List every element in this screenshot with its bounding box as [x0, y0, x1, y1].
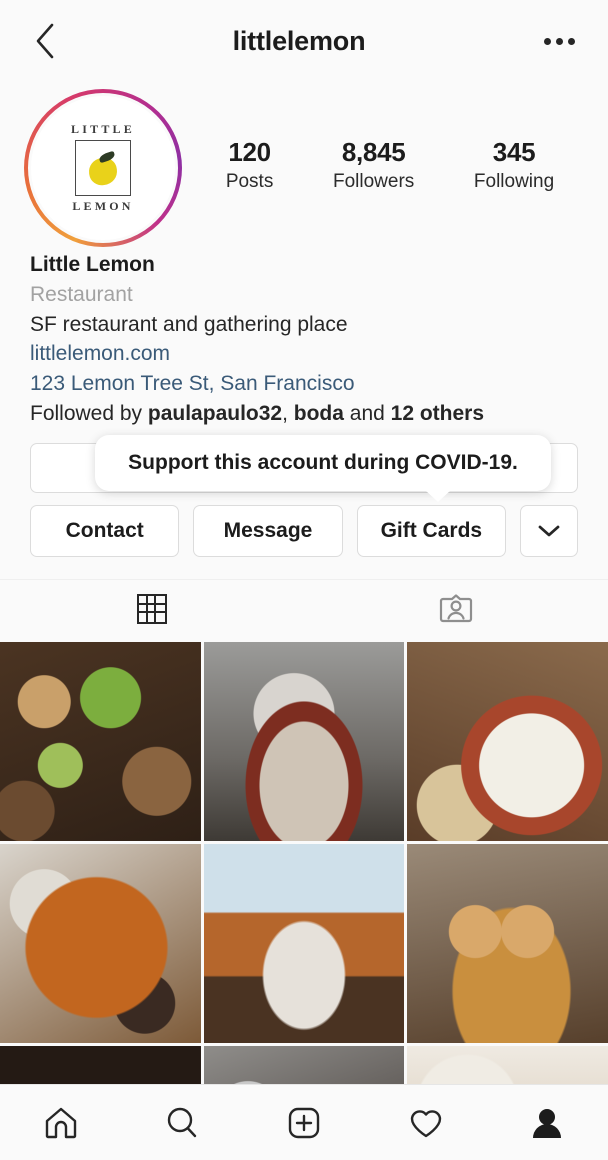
post-thumbnail[interactable] — [0, 641, 201, 841]
followed-by-middle: and — [343, 402, 391, 426]
profile-address-link[interactable]: 123 Lemon Tree St, San Francisco — [30, 369, 578, 399]
contact-button[interactable]: Contact — [30, 504, 180, 557]
stat-followers[interactable]: 8,845 Followers — [333, 137, 414, 193]
bottom-navigation — [0, 1084, 608, 1160]
profile-description: SF restaurant and gathering place — [30, 312, 348, 336]
post-thumbnail[interactable] — [0, 843, 201, 1043]
following-label: Following — [473, 171, 555, 192]
stats-row: 120 Posts 8,845 Followers 345 Following — [182, 137, 584, 199]
page-title: littlelemon — [232, 25, 366, 56]
nav-profile[interactable] — [512, 1095, 582, 1151]
followed-by-text: Followed by paulapaulo32, boda and 12 ot… — [30, 399, 578, 429]
posts-label: Posts — [225, 171, 274, 192]
instagram-profile-screen: littlelemon LITTLE LEMON 120 Posts 8,845… — [0, 0, 608, 1160]
nav-home[interactable] — [26, 1095, 96, 1151]
profile-display-name: Little Lemon — [30, 253, 155, 276]
add-post-icon — [288, 1107, 320, 1138]
post-thumbnail[interactable] — [203, 843, 405, 1043]
grid-icon — [137, 593, 167, 624]
post-thumbnail[interactable] — [407, 843, 608, 1043]
app-header: littlelemon — [0, 0, 608, 82]
post-thumbnail[interactable] — [407, 641, 608, 841]
photo-grid — [0, 641, 608, 1107]
heart-icon — [410, 1109, 441, 1137]
avatar: LITTLE LEMON — [28, 93, 178, 243]
nav-activity[interactable] — [391, 1095, 461, 1151]
stat-posts[interactable]: 120 Posts — [226, 137, 274, 193]
post-thumbnail[interactable] — [203, 641, 405, 841]
profile-tabs — [0, 578, 608, 638]
followed-by-prefix: Followed by — [30, 402, 148, 426]
followers-label: Followers — [332, 171, 415, 192]
nav-search[interactable] — [147, 1095, 217, 1151]
more-options-icon[interactable] — [536, 18, 582, 64]
tab-grid[interactable] — [0, 580, 304, 638]
logo-text-bottom: LEMON — [72, 199, 134, 213]
posts-count: 120 — [228, 137, 271, 167]
profile-summary: LITTLE LEMON 120 Posts 8,845 Followers 3… — [0, 82, 608, 254]
action-area: Contact Message Gift Cards Support this … — [0, 434, 608, 557]
little-lemon-logo: LITTLE LEMON — [71, 122, 135, 214]
following-count: 345 — [492, 137, 536, 167]
lemon-icon — [87, 150, 119, 187]
action-buttons-row: Contact Message Gift Cards — [30, 504, 578, 557]
profile-category: Restaurant — [30, 282, 133, 306]
stat-following[interactable]: 345 Following — [474, 137, 554, 193]
tagged-person-icon — [439, 594, 473, 622]
covid-support-tooltip[interactable]: Support this account during COVID-19. — [95, 434, 551, 502]
avatar-story-ring[interactable]: LITTLE LEMON — [24, 89, 182, 247]
tab-tagged[interactable] — [304, 580, 608, 638]
logo-frame — [74, 140, 131, 196]
followed-by-user-1[interactable]: paulapaulo32 — [148, 402, 282, 425]
followers-count: 8,845 — [341, 137, 406, 167]
home-icon — [45, 1107, 76, 1138]
chevron-down-icon[interactable] — [519, 504, 578, 557]
nav-create[interactable] — [269, 1095, 339, 1151]
profile-bio: Little Lemon Restaurant SF restaurant an… — [0, 250, 608, 429]
followed-by-others[interactable]: 12 others — [391, 402, 484, 425]
profile-website-link[interactable]: littlelemon.com — [30, 339, 578, 369]
followed-by-separator: , — [282, 402, 294, 426]
message-button[interactable]: Message — [193, 504, 343, 557]
person-icon — [533, 1108, 562, 1138]
logo-text-top: LITTLE — [71, 122, 135, 136]
search-icon — [168, 1107, 197, 1137]
followed-by-user-2[interactable]: boda — [294, 402, 344, 425]
gift-cards-button[interactable]: Gift Cards — [356, 504, 506, 557]
